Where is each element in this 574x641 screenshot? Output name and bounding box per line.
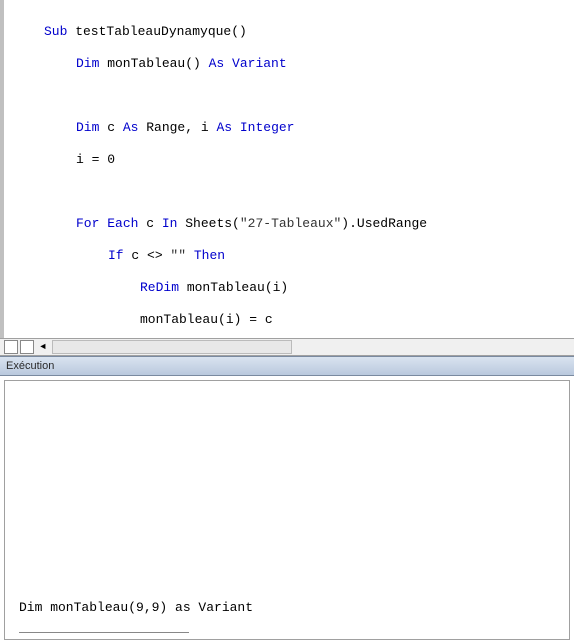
keyword: If (108, 248, 124, 263)
keyword: Each (107, 216, 138, 231)
string-literal: "" (170, 248, 186, 263)
keyword: As (209, 56, 225, 71)
code-line: ReDim monTableau(i) (4, 280, 574, 296)
view-module-icon[interactable] (20, 340, 34, 354)
code-line-blank (4, 88, 574, 104)
code-editor-pane[interactable]: Sub testTableauDynamyque() Dim monTablea… (0, 0, 574, 338)
code-text: c (138, 216, 161, 231)
keyword: Sub (44, 24, 67, 39)
keyword: In (162, 216, 178, 231)
keyword: Dim (76, 120, 99, 135)
keyword: Integer (240, 120, 295, 135)
code-line: Dim monTableau() As Variant (4, 56, 574, 72)
code-line: Sub testTableauDynamyque() (4, 24, 574, 40)
code-line-blank (4, 184, 574, 200)
view-procedure-icon[interactable] (4, 340, 18, 354)
code-line: If c <> "" Then (4, 248, 574, 264)
code-text: i = 0 (76, 152, 115, 167)
code-text (186, 248, 194, 263)
code-text: Sheets( (177, 216, 239, 231)
code-text: c <> (124, 248, 171, 263)
keyword: Variant (232, 56, 287, 71)
string-literal: "27-Tableaux" (240, 216, 341, 231)
code-line: For Each c In Sheets("27-Tableaux").Used… (4, 216, 574, 232)
immediate-window-label: Exécution (6, 360, 54, 372)
code-text: monTableau(i) = c (140, 312, 273, 327)
immediate-window-title[interactable]: Exécution (0, 356, 574, 376)
immediate-caret-rule (19, 632, 189, 633)
keyword: For (76, 216, 99, 231)
keyword: As (216, 120, 232, 135)
code-text (224, 56, 232, 71)
pane-splitter-toolbar[interactable]: ◄ (0, 338, 574, 356)
code-text: c (99, 120, 122, 135)
code-line: Dim c As Range, i As Integer (4, 120, 574, 136)
code-line: monTableau(i) = c (4, 312, 574, 328)
immediate-window-body[interactable]: Dim monTableau(9,9) as Variant (4, 380, 570, 640)
code-text: ).UsedRange (341, 216, 427, 231)
scroll-left-icon[interactable]: ◄ (38, 340, 48, 354)
code-text: Range, i (138, 120, 216, 135)
keyword: ReDim (140, 280, 179, 295)
keyword: Then (194, 248, 225, 263)
keyword: As (123, 120, 139, 135)
code-text: testTableauDynamyque() (67, 24, 246, 39)
immediate-input-text[interactable]: Dim monTableau(9,9) as Variant (19, 600, 253, 615)
horizontal-scrollbar[interactable] (52, 340, 292, 354)
keyword: Dim (76, 56, 99, 71)
code-text: monTableau() (99, 56, 208, 71)
code-text (232, 120, 240, 135)
code-line: i = 0 (4, 152, 574, 168)
code-text: monTableau(i) (179, 280, 288, 295)
